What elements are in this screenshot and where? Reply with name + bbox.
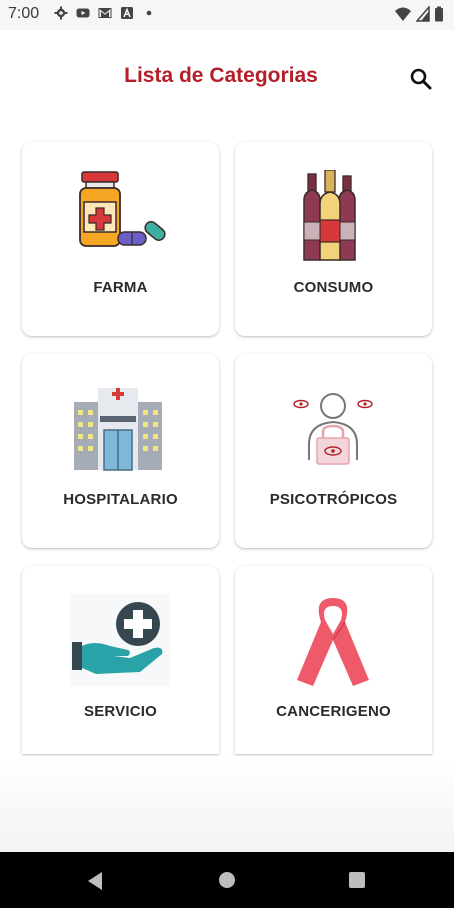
wifi-icon	[395, 7, 411, 21]
dot-icon	[146, 10, 152, 16]
app-a-icon	[121, 7, 133, 19]
category-label: CANCERIGENO	[276, 703, 391, 720]
recent-apps-icon[interactable]	[349, 872, 365, 888]
person-lock-eye-icon	[293, 393, 373, 465]
notification-icons	[54, 6, 156, 20]
hand-plus-icon	[70, 594, 170, 686]
gmail-icon	[98, 8, 112, 18]
category-label: HOSPITALARIO	[63, 491, 178, 508]
awareness-ribbon-icon	[297, 598, 369, 686]
system-icons	[394, 6, 444, 22]
signal-icon	[416, 6, 430, 22]
bottles-icon	[303, 170, 356, 261]
category-card-farma[interactable]: FARMA	[22, 142, 219, 336]
gear-icon	[54, 6, 68, 20]
back-icon[interactable]	[86, 871, 104, 891]
status-bar: 7:00	[0, 0, 454, 30]
navigation-bar	[0, 852, 454, 908]
medicine-bottle-icon	[79, 171, 166, 247]
category-card-psicotropicos[interactable]: PSICOTRÓPICOS	[235, 354, 432, 548]
youtube-icon	[76, 8, 90, 18]
battery-icon	[435, 6, 443, 22]
search-icon	[410, 68, 432, 90]
hospital-building-icon	[74, 388, 162, 471]
bottom-area	[0, 756, 454, 852]
category-card-servicio[interactable]: SERVICIO	[22, 566, 219, 754]
category-card-consumo[interactable]: CONSUMO	[235, 142, 432, 336]
page-title: Lista de Categorias	[124, 64, 318, 87]
home-icon[interactable]	[219, 872, 235, 888]
status-time: 7:00	[8, 5, 40, 22]
category-label: SERVICIO	[83, 703, 157, 720]
category-label: PSICOTRÓPICOS	[269, 491, 398, 508]
category-label: CONSUMO	[293, 279, 374, 296]
category-card-cancerigeno[interactable]: CANCERIGENO	[235, 566, 432, 754]
category-label: FARMA	[93, 279, 148, 296]
category-card-hospitalario[interactable]: HOSPITALARIO	[22, 354, 219, 548]
search-button[interactable]	[408, 66, 434, 92]
app-header: Lista de Categorias	[0, 30, 454, 126]
